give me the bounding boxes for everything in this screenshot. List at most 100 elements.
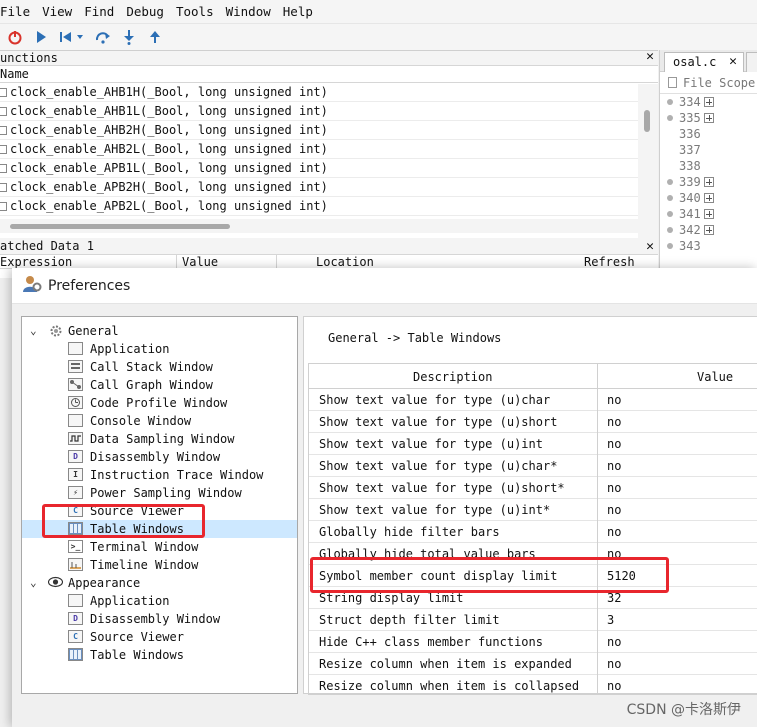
fold-expand-icon[interactable] [703, 113, 714, 123]
breakpoint-marker-icon[interactable] [667, 243, 673, 249]
table-row[interactable]: Show text value for type (u)short no [309, 411, 757, 433]
tree-item-call-stack-window[interactable]: Call Stack Window [22, 358, 297, 376]
step-out-icon[interactable] [146, 28, 164, 46]
column-expression[interactable]: Expression [0, 255, 72, 269]
close-icon[interactable]: ✕ [646, 50, 654, 64]
expand-icon[interactable] [0, 125, 7, 135]
setting-value[interactable]: no [607, 653, 621, 675]
close-icon[interactable]: ✕ [646, 238, 654, 255]
fold-expand-icon[interactable] [703, 177, 714, 187]
setting-value[interactable]: no [607, 543, 621, 565]
expand-icon[interactable] [0, 144, 7, 154]
tree-item-timeline-window[interactable]: Timeline Window [22, 556, 297, 574]
column-description[interactable]: Description [413, 370, 492, 384]
step-over-icon[interactable] [94, 28, 112, 46]
table-row[interactable]: clock_enable_AHB2H(_Bool, long unsigned … [0, 121, 638, 140]
table-row[interactable]: Globally hide filter bars no [309, 521, 757, 543]
setting-value[interactable]: no [607, 521, 621, 543]
expand-icon[interactable] [0, 87, 7, 97]
menu-tools[interactable]: Tools [170, 4, 226, 19]
table-row[interactable]: clock_enable_APB2L(_Bool, long unsigned … [0, 197, 638, 216]
chevron-down-icon[interactable]: ⌄ [30, 574, 37, 592]
expand-icon[interactable] [0, 106, 7, 116]
menu-help[interactable]: Help [277, 4, 325, 19]
tree-item-terminal-window[interactable]: >_ Terminal Window [22, 538, 297, 556]
setting-value[interactable]: no [607, 631, 621, 653]
power-icon[interactable] [6, 28, 24, 46]
tree-item-console-window[interactable]: Console Window [22, 412, 297, 430]
tree-item-table-windows[interactable]: Table Windows [22, 520, 297, 538]
tree-item-call-graph-window[interactable]: Call Graph Window [22, 376, 297, 394]
fold-expand-icon[interactable] [703, 97, 714, 107]
column-divider[interactable] [597, 364, 598, 694]
setting-value[interactable]: 32 [607, 587, 621, 609]
breakpoint-marker-icon[interactable] [667, 115, 673, 121]
setting-value[interactable]: no [607, 477, 621, 499]
tree-item-table-windows[interactable]: Table Windows [22, 646, 297, 664]
chevron-down-icon[interactable]: ⌄ [30, 322, 37, 340]
breakpoint-marker-icon[interactable] [667, 99, 673, 105]
menu-debug[interactable]: Debug [120, 4, 176, 19]
table-row[interactable]: Show text value for type (u)char* no [309, 455, 757, 477]
fold-expand-icon[interactable] [703, 209, 714, 219]
step-into-icon[interactable] [120, 28, 138, 46]
run-icon[interactable] [32, 28, 50, 46]
tree-item-instruction-trace-window[interactable]: I Instruction Trace Window [22, 466, 297, 484]
setting-value[interactable]: no [607, 389, 621, 411]
step-back-icon[interactable] [58, 28, 86, 46]
tree-item-source-viewer[interactable]: C Source Viewer [22, 502, 297, 520]
menu-find[interactable]: Find [78, 4, 126, 19]
table-row[interactable]: clock_enable_AHB1L(_Bool, long unsigned … [0, 102, 638, 121]
tree-item-source-viewer[interactable]: C Source Viewer [22, 628, 297, 646]
fold-expand-icon[interactable] [703, 225, 714, 235]
table-row[interactable]: Show text value for type (u)char no [309, 389, 757, 411]
table-row[interactable]: Resize column when item is collapsed no [309, 675, 757, 694]
setting-value[interactable]: 3 [607, 609, 614, 631]
table-row[interactable]: Struct depth filter limit 3 [309, 609, 757, 631]
file-scope-selector[interactable]: File Scope [660, 72, 757, 94]
tree-item-disassembly-window[interactable]: D Disassembly Window [22, 610, 297, 628]
table-row[interactable]: clock_enable_APB2H(_Bool, long unsigned … [0, 178, 638, 197]
tab-overflow[interactable] [746, 52, 757, 72]
vertical-scrollbar[interactable] [638, 84, 658, 264]
tree-item-disassembly-window[interactable]: D Disassembly Window [22, 448, 297, 466]
horizontal-scrollbar[interactable] [0, 219, 638, 233]
setting-value[interactable]: no [607, 455, 621, 477]
setting-value[interactable]: 5120 [607, 565, 636, 587]
setting-value[interactable]: no [607, 433, 621, 455]
tree-item-application[interactable]: Application [22, 592, 297, 610]
table-row[interactable]: Resize column when item is expanded no [309, 653, 757, 675]
column-value[interactable]: Value [182, 255, 218, 269]
setting-value[interactable]: no [607, 675, 621, 694]
dialog-titlebar[interactable]: Preferences [12, 268, 757, 304]
column-value[interactable]: Value [697, 370, 733, 384]
fold-expand-icon[interactable] [703, 193, 714, 203]
close-icon[interactable]: ✕ [729, 53, 737, 71]
breakpoint-marker-icon[interactable] [667, 179, 673, 185]
setting-value[interactable]: no [607, 499, 621, 521]
tree-item-power-sampling-window[interactable]: ⚡ Power Sampling Window [22, 484, 297, 502]
expand-icon[interactable] [0, 182, 7, 192]
tree-item-appearance[interactable]: ⌄ Appearance [22, 574, 297, 592]
table-row[interactable]: clock_enable_AHB2L(_Bool, long unsigned … [0, 140, 638, 159]
table-row[interactable]: clock_enable_AHB1H(_Bool, long unsigned … [0, 83, 638, 102]
tree-item-data-sampling-window[interactable]: Data Sampling Window [22, 430, 297, 448]
column-location[interactable]: Location [316, 255, 374, 269]
table-row[interactable]: Show text value for type (u)short* no [309, 477, 757, 499]
tab-osal-c[interactable]: osal.c ✕ [664, 52, 744, 72]
functions-column-header[interactable]: Name [0, 66, 658, 83]
expand-icon[interactable] [0, 201, 7, 211]
setting-value[interactable]: no [607, 411, 621, 433]
breakpoint-marker-icon[interactable] [667, 227, 673, 233]
breakpoint-marker-icon[interactable] [667, 211, 673, 217]
tree-item-application[interactable]: Application [22, 340, 297, 358]
table-row[interactable]: Show text value for type (u)int* no [309, 499, 757, 521]
table-row[interactable]: Symbol member count display limit 5120 [309, 565, 757, 587]
table-row[interactable]: Globally hide total value bars no [309, 543, 757, 565]
table-row[interactable]: clock_enable_APB1L(_Bool, long unsigned … [0, 159, 638, 178]
expand-icon[interactable] [0, 163, 7, 173]
breakpoint-marker-icon[interactable] [667, 195, 673, 201]
scrollbar-thumb[interactable] [644, 110, 650, 132]
scrollbar-thumb[interactable] [10, 224, 230, 229]
menu-view[interactable]: View [36, 4, 84, 19]
